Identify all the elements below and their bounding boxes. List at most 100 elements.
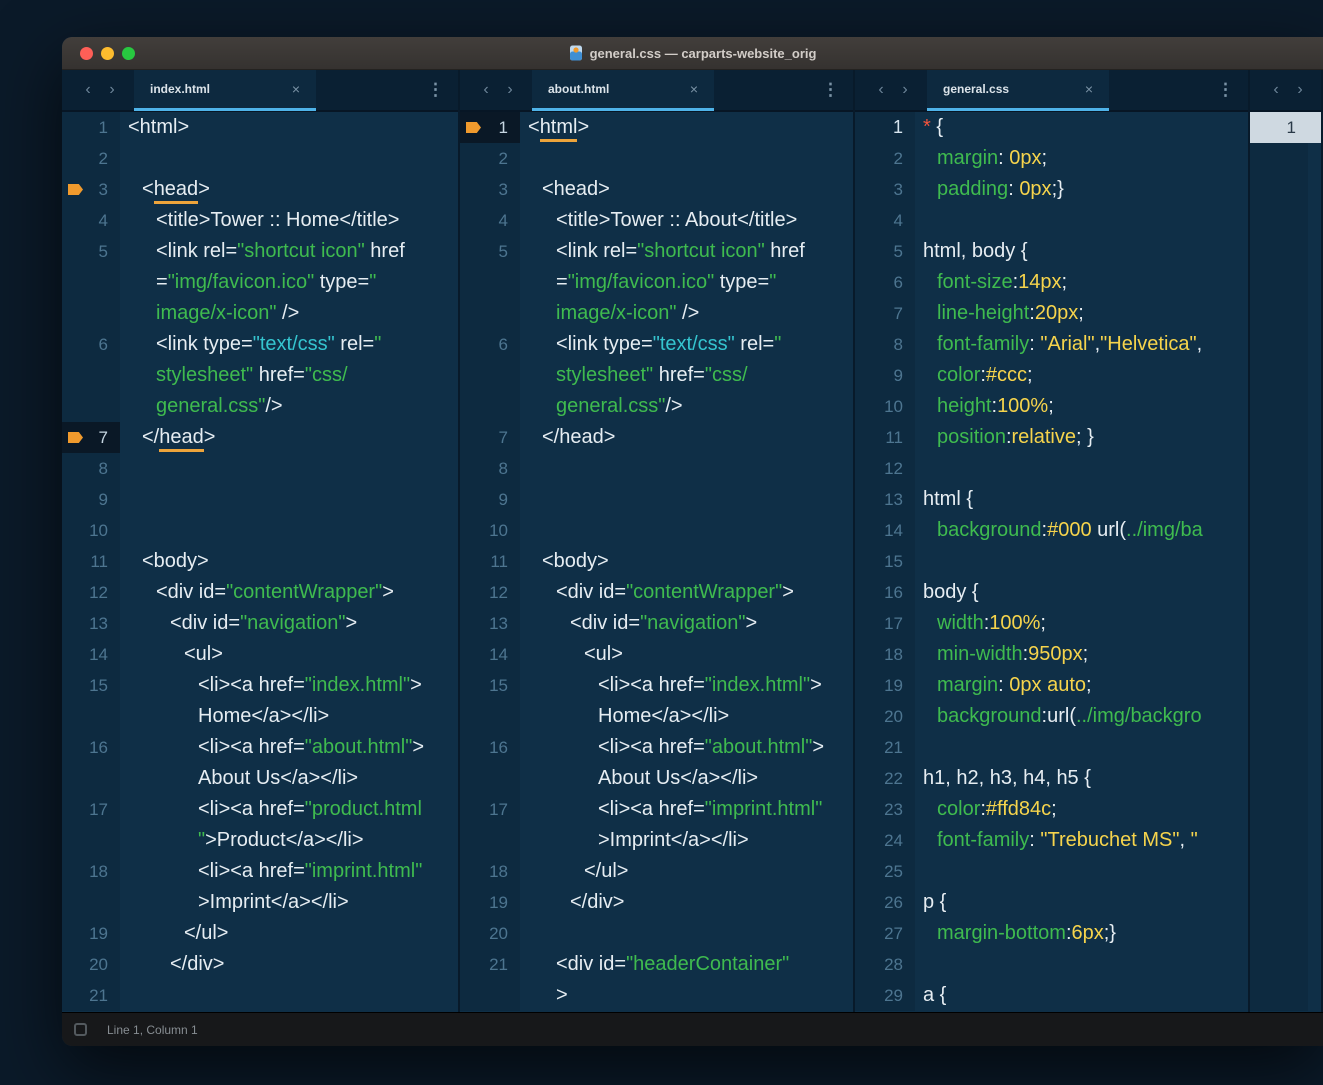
tab-menu-icon[interactable]: ⋮ — [427, 80, 458, 100]
line-number[interactable]: 15 — [460, 670, 520, 701]
code-line[interactable] — [1250, 670, 1321, 701]
code-line[interactable]: 4<title>Tower :: Home</title> — [62, 205, 458, 236]
code-line[interactable]: 5<link rel="shortcut icon" href — [460, 236, 853, 267]
code-line[interactable]: 11<body> — [460, 546, 853, 577]
tab-general.css[interactable]: general.css× — [927, 70, 1109, 111]
line-number[interactable] — [62, 298, 120, 329]
line-number[interactable]: 23 — [855, 794, 915, 825]
code-line[interactable]: 11position:relative; } — [855, 422, 1248, 453]
line-number[interactable] — [1250, 484, 1308, 515]
line-number[interactable]: 12 — [460, 577, 520, 608]
code-line[interactable]: 15 — [855, 546, 1248, 577]
code-line[interactable]: 8 — [460, 453, 853, 484]
code-line[interactable] — [1250, 484, 1321, 515]
line-number[interactable] — [460, 267, 520, 298]
code-line[interactable]: image/x-icon" /> — [62, 298, 458, 329]
line-number[interactable]: 19 — [460, 887, 520, 918]
line-number[interactable]: 20 — [62, 949, 120, 980]
line-number[interactable] — [1250, 794, 1308, 825]
code-line[interactable]: 13html { — [855, 484, 1248, 515]
line-number[interactable]: 2 — [62, 143, 120, 174]
line-number[interactable]: 21 — [460, 949, 520, 980]
line-number[interactable]: 25 — [855, 856, 915, 887]
code-line[interactable] — [1250, 608, 1321, 639]
line-number[interactable]: 9 — [855, 360, 915, 391]
code-line[interactable] — [1250, 639, 1321, 670]
code-line[interactable]: 1<html> — [460, 112, 853, 143]
code-line[interactable] — [1250, 949, 1321, 980]
line-number[interactable]: 12 — [62, 577, 120, 608]
line-number[interactable]: 3 — [62, 174, 120, 205]
code-line[interactable] — [1250, 205, 1321, 236]
code-line[interactable]: 6font-size:14px; — [855, 267, 1248, 298]
code-line[interactable]: 20 — [460, 918, 853, 949]
line-number[interactable] — [1250, 980, 1308, 1011]
line-number[interactable]: 4 — [855, 205, 915, 236]
code-line[interactable]: >Imprint</a></li> — [62, 887, 458, 918]
code-line[interactable]: stylesheet" href="css/ — [460, 360, 853, 391]
tab-menu-icon[interactable]: ⋮ — [822, 80, 853, 100]
line-number[interactable]: 5 — [62, 236, 120, 267]
tab-close-icon[interactable]: × — [690, 81, 698, 97]
line-number[interactable]: 17 — [62, 794, 120, 825]
tab-index.html[interactable]: index.html× — [134, 70, 316, 111]
code-line[interactable] — [1250, 236, 1321, 267]
code-line[interactable]: 13<div id="navigation"> — [62, 608, 458, 639]
zoom-window-button[interactable] — [122, 47, 135, 60]
code-line[interactable] — [1250, 577, 1321, 608]
line-number[interactable] — [1250, 949, 1308, 980]
line-number[interactable] — [62, 763, 120, 794]
code-line[interactable]: 12<div id="contentWrapper"> — [62, 577, 458, 608]
code-line[interactable]: 11<body> — [62, 546, 458, 577]
code-line[interactable]: 1 — [1250, 112, 1321, 143]
code-line[interactable]: 13<div id="navigation"> — [460, 608, 853, 639]
code-line[interactable]: 8 — [62, 453, 458, 484]
line-number[interactable] — [1250, 453, 1308, 484]
line-number[interactable]: 21 — [62, 980, 120, 1011]
line-number[interactable] — [1250, 143, 1308, 174]
code-line[interactable]: 10 — [62, 515, 458, 546]
code-line[interactable]: 4<title>Tower :: About</title> — [460, 205, 853, 236]
line-number[interactable]: 11 — [62, 546, 120, 577]
line-number[interactable]: 13 — [62, 608, 120, 639]
editor-area[interactable]: 1<html>23<head>4<title>Tower :: About</t… — [460, 112, 853, 1012]
code-line[interactable] — [1250, 732, 1321, 763]
titlebar[interactable]: general.css — carparts-website_orig — [62, 37, 1323, 70]
line-number[interactable] — [1250, 639, 1308, 670]
code-line[interactable]: ">Product</a></li> — [62, 825, 458, 856]
code-line[interactable]: 5<link rel="shortcut icon" href — [62, 236, 458, 267]
line-number[interactable]: 1 — [1250, 112, 1308, 143]
code-line[interactable]: About Us</a></li> — [460, 763, 853, 794]
nav-forward-icon[interactable]: › — [100, 81, 124, 99]
code-line[interactable]: 16body { — [855, 577, 1248, 608]
nav-back-icon[interactable]: ‹ — [1264, 81, 1288, 99]
line-number[interactable] — [1250, 515, 1308, 546]
line-number[interactable] — [62, 391, 120, 422]
line-number[interactable]: 28 — [855, 949, 915, 980]
code-line[interactable]: 15<li><a href="index.html"> — [62, 670, 458, 701]
code-line[interactable] — [1250, 980, 1321, 1011]
line-number[interactable]: 22 — [855, 763, 915, 794]
code-line[interactable]: 21<div id="headerContainer" — [460, 949, 853, 980]
line-number[interactable]: 20 — [460, 918, 520, 949]
line-number[interactable]: 26 — [855, 887, 915, 918]
code-line[interactable] — [1250, 422, 1321, 453]
line-number[interactable] — [460, 391, 520, 422]
code-line[interactable] — [1250, 143, 1321, 174]
line-number[interactable] — [1250, 825, 1308, 856]
line-number[interactable]: 8 — [460, 453, 520, 484]
code-line[interactable]: 27margin-bottom:6px;} — [855, 918, 1248, 949]
code-line[interactable]: 22h1, h2, h3, h4, h5 { — [855, 763, 1248, 794]
nav-back-icon[interactable]: ‹ — [474, 81, 498, 99]
line-number[interactable] — [460, 825, 520, 856]
line-number[interactable]: 15 — [855, 546, 915, 577]
code-line[interactable]: Home</a></li> — [460, 701, 853, 732]
line-number[interactable] — [1250, 608, 1308, 639]
line-number[interactable]: 1 — [855, 112, 915, 143]
line-number[interactable]: 7 — [62, 422, 120, 453]
line-number[interactable]: 6 — [460, 329, 520, 360]
code-line[interactable]: 19</div> — [460, 887, 853, 918]
code-line[interactable]: 25 — [855, 856, 1248, 887]
line-number[interactable] — [460, 701, 520, 732]
line-number[interactable] — [1250, 391, 1308, 422]
